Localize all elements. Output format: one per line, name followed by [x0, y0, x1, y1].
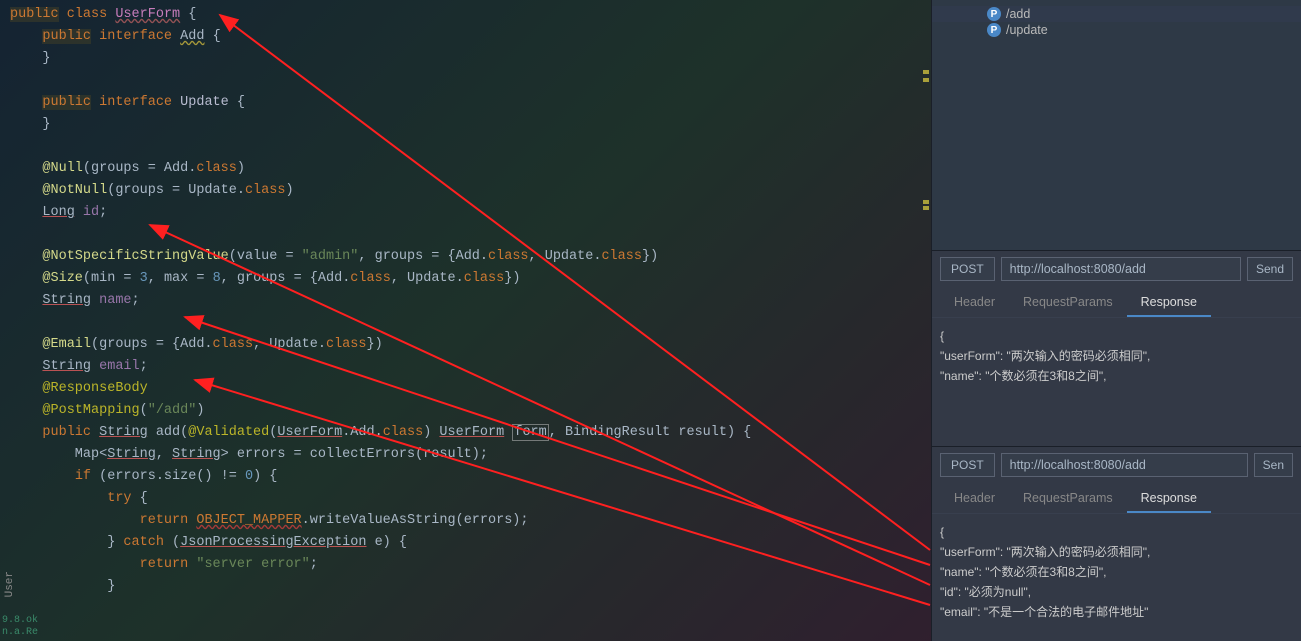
http-client-panel-2: POST Sen Header RequestParams Response {…: [932, 446, 1301, 641]
method-select[interactable]: POST: [940, 257, 995, 281]
code-line: @Null(groups = Add.class): [0, 158, 931, 180]
code-line: return OBJECT_MAPPER.writeValueAsString(…: [0, 510, 931, 532]
code-line: @Size(min = 3, max = 8, groups = {Add.cl…: [0, 268, 931, 290]
code-line: }: [0, 48, 931, 70]
method-select[interactable]: POST: [940, 453, 995, 477]
tab-header[interactable]: Header: [940, 485, 1009, 513]
http-client-panel-1: POST Send Header RequestParams Response …: [932, 250, 1301, 446]
endpoints-tree[interactable]: P /add P /update: [932, 0, 1301, 250]
code-line: return "server error";: [0, 554, 931, 576]
response-body[interactable]: { "userForm": "两次输入的密码必须相同", "name": "个数…: [932, 514, 1301, 641]
code-line: try {: [0, 488, 931, 510]
tab-response[interactable]: Response: [1127, 485, 1211, 513]
code-line: @PostMapping("/add"): [0, 400, 931, 422]
code-line: String name;: [0, 290, 931, 312]
tree-item-label: /update: [1006, 23, 1048, 37]
code-line: [0, 136, 931, 158]
right-panel: P /add P /update POST Send Header Reques…: [931, 0, 1301, 641]
code-line: if (errors.size() != 0) {: [0, 466, 931, 488]
tree-item-update[interactable]: P /update: [932, 22, 1301, 38]
code-line: @NotSpecificStringValue(value = "admin",…: [0, 246, 931, 268]
tab-response[interactable]: Response: [1127, 289, 1211, 317]
code-editor[interactable]: public class UserForm { public interface…: [0, 0, 931, 641]
code-line: String email;: [0, 356, 931, 378]
tab-requestparams[interactable]: RequestParams: [1009, 485, 1127, 513]
response-body[interactable]: { "userForm": "两次输入的密码必须相同", "name": "个数…: [932, 318, 1301, 446]
code-line: Map<String, String> errors = collectErro…: [0, 444, 931, 466]
tree-item-add[interactable]: P /add: [932, 6, 1301, 22]
code-line: }: [0, 114, 931, 136]
code-line: @NotNull(groups = Update.class): [0, 180, 931, 202]
code-line: public class UserForm {: [0, 4, 931, 26]
url-input[interactable]: [1001, 453, 1248, 477]
post-badge-icon: P: [987, 7, 1001, 21]
code-line: [0, 70, 931, 92]
code-line: [0, 224, 931, 246]
code-line: public interface Add {: [0, 26, 931, 48]
url-input[interactable]: [1001, 257, 1241, 281]
code-line: @ResponseBody: [0, 378, 931, 400]
tab-requestparams[interactable]: RequestParams: [1009, 289, 1127, 317]
code-line: @Email(groups = {Add.class, Update.class…: [0, 334, 931, 356]
tab-header[interactable]: Header: [940, 289, 1009, 317]
send-button[interactable]: Send: [1247, 257, 1293, 281]
code-line: Long id;: [0, 202, 931, 224]
status-labels: 9.8.ok n.a.Re: [0, 615, 38, 639]
tree-item-label: /add: [1006, 7, 1030, 21]
code-line: public interface Update {: [0, 92, 931, 114]
editor-gutter: [923, 0, 929, 641]
code-line: }: [0, 576, 931, 598]
side-tab-user[interactable]: User: [0, 567, 20, 601]
code-line: } catch (JsonProcessingException e) {: [0, 532, 931, 554]
code-line: [0, 312, 931, 334]
post-badge-icon: P: [987, 23, 1001, 37]
send-button[interactable]: Sen: [1254, 453, 1293, 477]
code-line: public String add(@Validated(UserForm.Ad…: [0, 422, 931, 444]
